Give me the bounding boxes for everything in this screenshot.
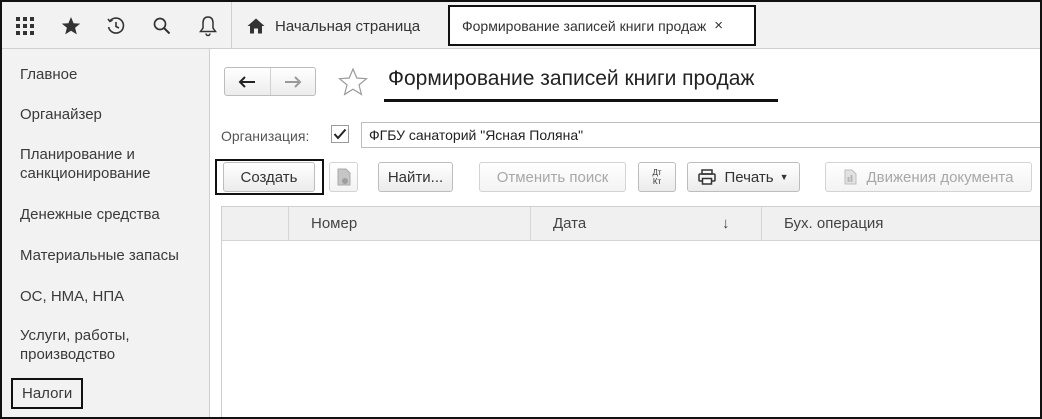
records-table[interactable]: Номер Дата ↓ Бух. операция — [221, 206, 1040, 417]
sidebar-item-organizer[interactable]: Органайзер — [20, 105, 102, 124]
history-icon[interactable] — [94, 2, 140, 49]
forward-button[interactable] — [269, 68, 316, 95]
tab-active-label: Формирование записей книги продаж — [462, 17, 707, 34]
arrow-right-icon — [284, 75, 302, 88]
sidebar-item-taxes[interactable]: Налоги — [11, 378, 84, 409]
back-button[interactable] — [225, 68, 270, 95]
tab-home-label: Начальная страница — [275, 17, 421, 35]
home-icon — [247, 18, 265, 34]
tab-home[interactable]: Начальная страница — [237, 11, 430, 41]
print-button[interactable]: Печать ▼ — [687, 162, 800, 192]
create-button[interactable]: Создать — [223, 162, 315, 192]
toolbar-divider — [231, 2, 232, 49]
tab-sales-book-records[interactable]: Формирование записей книги продаж × — [448, 5, 756, 46]
organization-checkbox[interactable] — [331, 125, 349, 143]
sort-descending-icon: ↓ — [722, 215, 730, 232]
column-header-operation[interactable]: Бух. операция — [761, 207, 1040, 240]
table-header: Номер Дата ↓ Бух. операция — [222, 207, 1040, 241]
checkmark-icon — [333, 128, 347, 140]
kt-label: Кт — [652, 177, 662, 186]
sidebar-item-services[interactable]: Услуги, работы, производство — [20, 326, 130, 364]
search-icon[interactable] — [139, 2, 185, 49]
cancel-search-button[interactable]: Отменить поиск — [479, 162, 626, 192]
movements-document-icon — [844, 169, 856, 185]
chevron-down-icon: ▼ — [779, 172, 789, 182]
print-label: Печать — [724, 168, 774, 186]
organization-label: Организация: — [221, 128, 310, 144]
sidebar-item-fixed-assets[interactable]: ОС, НМА, НПА — [20, 287, 124, 306]
dt-kt-button[interactable]: Дт Кт — [638, 162, 676, 192]
notifications-bell-icon[interactable] — [185, 2, 231, 49]
close-tab-icon[interactable]: × — [714, 17, 723, 34]
sidebar-item-main[interactable]: Главное — [20, 65, 77, 84]
printer-icon — [698, 169, 717, 185]
find-button[interactable]: Найти... — [378, 162, 453, 192]
copy-document-icon — [337, 168, 350, 186]
arrow-left-icon — [238, 75, 256, 88]
top-bar: Начальная страница Формирование записей … — [2, 2, 1040, 49]
page-title: Формирование записей книги продаж — [388, 67, 755, 90]
title-underline — [384, 99, 778, 102]
toolbar-icons — [2, 2, 231, 49]
sidebar: Главное Органайзер Планирование и санкци… — [2, 49, 210, 417]
sidebar-item-cash[interactable]: Денежные средства — [20, 205, 160, 224]
sidebar-item-inventory[interactable]: Материальные запасы — [20, 246, 179, 265]
sidebar-item-planning[interactable]: Планирование и санкционирование — [20, 145, 151, 183]
apps-grid-icon[interactable] — [2, 2, 48, 49]
history-nav — [224, 67, 316, 96]
column-header-icon[interactable] — [222, 207, 288, 240]
column-header-number[interactable]: Номер — [288, 207, 530, 240]
dt-label: Дт — [652, 168, 662, 177]
app-window: Начальная страница Формирование записей … — [0, 0, 1042, 419]
favorite-star-icon[interactable] — [337, 67, 369, 100]
document-movements-button[interactable]: Движения документа — [825, 162, 1032, 192]
main-content: Формирование записей книги продаж Органи… — [210, 49, 1040, 417]
copy-button[interactable] — [329, 162, 358, 192]
favorites-star-icon[interactable] — [48, 2, 94, 49]
organization-field[interactable]: ФГБУ санаторий "Ясная Поляна" — [361, 122, 1040, 148]
movements-label: Движения документа — [866, 168, 1014, 186]
